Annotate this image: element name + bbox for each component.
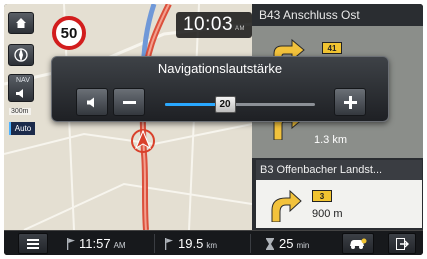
remaining-time-value: 25 [279,236,294,251]
remaining-distance-unit: km [206,240,217,250]
remaining-time: 25 min [266,231,309,255]
volume-up-button[interactable] [334,88,366,116]
arrival-time: 11:57 AM [66,231,126,255]
compass-icon [14,48,28,62]
map-scale: 300m [9,108,31,115]
compass-button[interactable] [8,44,34,66]
car-settings-icon [350,238,367,249]
nav-volume-button[interactable]: NAV [8,74,34,102]
exit-icon [395,237,409,250]
bottom-bar: 11:57 AM 19.5 km 25 min [4,230,423,255]
divider [154,234,155,253]
plus-icon [343,95,357,109]
speed-limit-value: 50 [60,24,78,42]
hourglass-icon [266,237,274,250]
auto-zoom-button[interactable]: Auto [9,122,35,135]
clock-time: 10:03 [182,14,234,35]
arrival-time-value: 11:57 [79,236,111,251]
home-icon [16,18,26,28]
home-button[interactable] [8,12,34,34]
popup-title: Navigationslautstärke [157,61,283,76]
remaining-distance-value: 19.5 [178,236,204,251]
menu-icon [27,238,39,249]
clock-suffix: AM [235,26,246,32]
speaker-icon [86,97,94,107]
remaining-time-unit: min [296,240,310,250]
speed-limit-sign: 50 [52,16,86,50]
remaining-distance: 19.5 km [164,231,217,255]
volume-slider[interactable] [165,103,315,106]
speaker-icon [16,88,23,98]
arrival-time-suffix: AM [113,240,126,250]
mute-button[interactable] [76,88,108,116]
volume-slider-thumb[interactable]: 20 [214,96,236,113]
following-turn-distance: 900 m [312,208,343,220]
navigation-screen: NAV 300m Auto 50 10:03 AM B43 Anschluss … [4,4,423,255]
exit-button[interactable] [388,233,416,254]
arrival-flag-icon [67,237,75,250]
turn-right-curve-icon [271,189,302,222]
nav-label: NAV [16,77,30,84]
volume-down-button[interactable] [113,88,145,116]
following-street-name: B3 Offenbacher Landst... [256,160,422,180]
route-options-button[interactable] [342,233,374,254]
distance-flag-icon [165,237,173,250]
volume-popup: Navigationslautstärke 20 [51,56,389,122]
next-turn-distance: 1.3 km [314,134,348,146]
menu-button[interactable] [18,233,48,254]
minus-icon [122,100,136,104]
divider [250,234,251,253]
clock: 10:03 AM [176,12,252,38]
following-turn-block[interactable]: 3 900 m [256,180,422,228]
exit-badge: 41 [322,42,342,54]
next-street-name: B43 Anschluss Ost [259,8,360,22]
exit-badge-2: 3 [312,190,332,202]
